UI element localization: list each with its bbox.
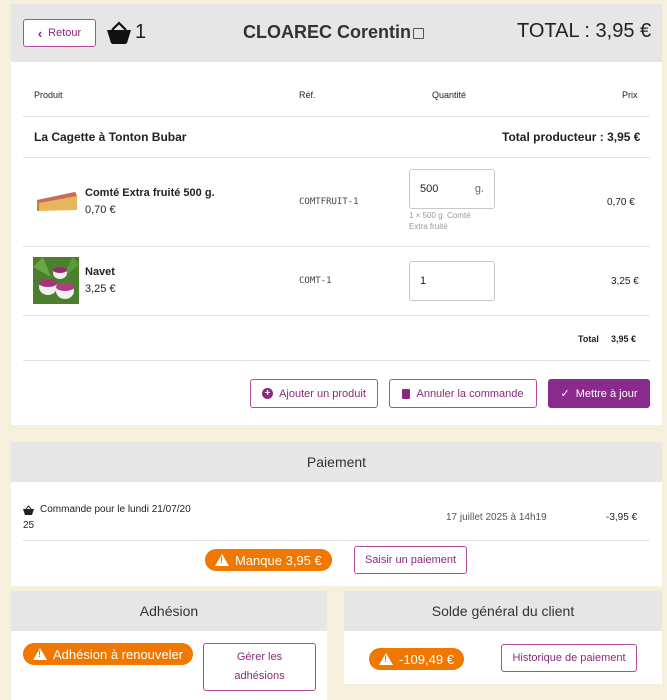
membership-title: Adhésion: [139, 603, 199, 619]
cancel-order-button[interactable]: Annuler la commande: [389, 379, 537, 408]
warning-icon: [33, 648, 47, 660]
payment-order-label: Commande pour le lundi 21/07/20 25: [23, 502, 191, 534]
basket-count: 1: [135, 21, 147, 43]
divider: [23, 157, 650, 158]
table-row-price: 3,25 €: [611, 276, 639, 287]
payment-order-line: Commande pour le lundi 21/07/20: [40, 504, 191, 515]
table-row-price: 0,70 €: [607, 197, 635, 208]
back-button-label: Retour: [48, 27, 82, 39]
divider: [23, 116, 650, 117]
back-button[interactable]: ‹ Retour: [23, 19, 96, 47]
product-image-navet: [33, 257, 79, 304]
add-product-button[interactable]: + Ajouter un produit: [250, 379, 378, 408]
quantity-value: 1: [420, 275, 427, 287]
check-icon: ✓: [560, 388, 570, 400]
membership-header: Adhésion: [11, 591, 327, 631]
table-row-ref: COMTFRUIT-1: [299, 197, 359, 207]
order-total: TOTAL : 3,95 €: [517, 20, 652, 42]
payment-order-line: 25: [23, 520, 35, 531]
quantity-hint: 1 × 500 g. Comté Extra fruité: [409, 210, 471, 232]
trash-icon: [402, 388, 411, 399]
quantity-unit: g.: [474, 183, 484, 195]
divider: [23, 315, 650, 316]
product-image-comte: [35, 186, 79, 214]
quantity-input[interactable]: 1: [409, 261, 495, 301]
payment-title: Paiement: [306, 454, 367, 470]
missing-amount-label: Manque 3,95 €: [235, 552, 322, 568]
membership-renew-badge: Adhésion à renouveler: [23, 643, 194, 665]
external-link-icon[interactable]: [413, 28, 424, 39]
table-row-name: Comté Extra fruité 500 g.: [85, 187, 215, 199]
manage-memberships-label: adhésions: [234, 670, 285, 682]
balance-title: Solde général du client: [431, 603, 575, 619]
table-row-unit-price: 3,25 €: [85, 283, 116, 295]
manage-memberships-label: Gérer les: [236, 651, 283, 663]
plus-circle-icon: +: [262, 388, 274, 399]
balance-value: -109,49 €: [399, 651, 454, 667]
col-product-header: Produit: [34, 90, 63, 100]
balance-badge: -109,49 €: [369, 648, 464, 670]
add-payment-label: Saisir un paiement: [364, 554, 457, 566]
col-qty-header: Quantité: [432, 90, 467, 100]
divider: [23, 540, 650, 541]
producer-name: La Cagette à Tonton Bubar: [34, 130, 187, 144]
membership-renew-label: Adhésion à renouveler: [53, 646, 184, 662]
chevron-left-icon: ‹: [37, 25, 43, 41]
quantity-input[interactable]: 500 g.: [409, 169, 495, 209]
quantity-hint-line: 1 × 500 g. Comté: [409, 211, 471, 220]
update-button[interactable]: ✓ Mettre à jour: [548, 379, 650, 408]
payment-date: 17 juillet 2025 à 14h19: [446, 512, 547, 523]
warning-icon: [379, 653, 393, 665]
col-price-header: Prix: [622, 90, 638, 100]
basket-icon: [106, 21, 132, 45]
payment-history-label: Historique de paiement: [512, 652, 626, 664]
quantity-hint-line: Extra fruité: [409, 222, 448, 231]
client-name[interactable]: CLOAREC Corentin: [243, 22, 411, 43]
table-row-name: Navet: [85, 266, 115, 278]
manage-memberships-button[interactable]: Gérer les adhésions: [203, 643, 316, 691]
table-row-ref: COMT-1: [299, 276, 332, 286]
warning-icon: [215, 554, 229, 566]
divider: [23, 360, 650, 361]
add-product-label: Ajouter un produit: [279, 387, 366, 400]
payment-header: Paiement: [11, 442, 662, 482]
missing-amount-badge: Manque 3,95 €: [205, 549, 332, 571]
payment-amount: -3,95 €: [606, 512, 638, 523]
cancel-order-label: Annuler la commande: [416, 387, 524, 400]
update-label: Mettre à jour: [575, 387, 638, 400]
balance-header: Solde général du client: [344, 591, 662, 631]
producer-total: Total producteur : 3,95 €: [502, 130, 641, 144]
divider: [23, 246, 650, 247]
order-total-label: Total: [578, 334, 599, 344]
table-row-unit-price: 0,70 €: [85, 204, 116, 216]
quantity-value: 500: [420, 183, 439, 195]
payment-history-button[interactable]: Historique de paiement: [501, 644, 637, 672]
add-payment-button[interactable]: Saisir un paiement: [354, 546, 467, 574]
col-ref-header: Réf.: [299, 90, 316, 100]
order-total-value: 3,95 €: [611, 334, 637, 344]
